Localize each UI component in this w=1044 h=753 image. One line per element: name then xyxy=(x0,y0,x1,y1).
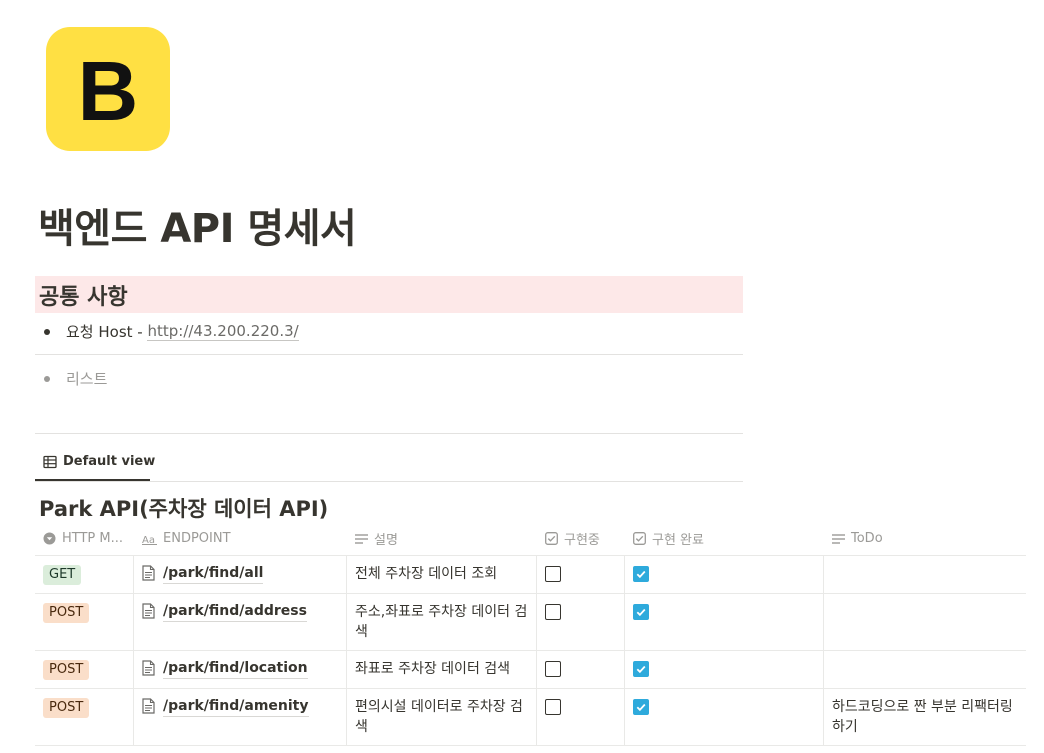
database-title[interactable]: Park API(주차장 데이터 API) xyxy=(39,493,328,523)
column-label: 구현 완료 xyxy=(652,533,704,548)
cell-done[interactable] xyxy=(625,651,824,688)
host-link[interactable]: http://43.200.220.3/ xyxy=(147,322,299,341)
tab-default-view-label: Default view xyxy=(63,454,156,469)
column-header-todo[interactable]: ToDo xyxy=(824,522,1026,555)
common-notes-heading[interactable]: 공통 사항 xyxy=(39,279,128,311)
cell-todo[interactable]: 하드코딩으로 짠 부분 리팩터링하기 xyxy=(824,689,1026,745)
text-lines-icon xyxy=(832,533,845,545)
in-progress-checkbox[interactable] xyxy=(545,604,561,620)
title-aa-icon: Aa xyxy=(142,533,157,545)
page-title[interactable]: 백엔드 API 명세서 xyxy=(38,196,357,254)
table-row[interactable]: POST /park/find/amenity 편의시설 데이터로 주차장 검색… xyxy=(35,689,1026,746)
host-label: 요청 Host - xyxy=(66,323,148,341)
column-label: 설명 xyxy=(374,533,398,548)
column-header-endpoint[interactable]: Aa ENDPOINT xyxy=(134,522,347,555)
divider xyxy=(35,433,743,434)
cell-description[interactable]: 편의시설 데이터로 주차장 검색 xyxy=(347,689,537,745)
cell-in-progress[interactable] xyxy=(537,689,625,745)
table-row[interactable]: POST /park/find/location 좌표로 주차장 데이터 검색 xyxy=(35,651,1026,689)
method-tag: GET xyxy=(43,565,82,585)
bullet-dot xyxy=(44,328,50,335)
tab-divider xyxy=(35,481,743,482)
method-tag: POST xyxy=(43,660,90,680)
table-row[interactable]: GET /park/find/all 전체 주차장 데이터 조회 xyxy=(35,556,1026,594)
common-notes-callout: 공통 사항 xyxy=(35,276,743,313)
column-label: ToDo xyxy=(851,531,883,546)
table-icon xyxy=(43,455,57,469)
checkbox-icon xyxy=(633,532,646,545)
tab-default-view[interactable]: Default view xyxy=(35,444,155,481)
table-row[interactable]: POST /park/find/address 주소,좌표로 주차장 데이터 검… xyxy=(35,594,1026,651)
document-icon xyxy=(142,565,155,581)
cell-in-progress[interactable] xyxy=(537,556,625,593)
cell-endpoint[interactable]: /park/find/all xyxy=(134,556,347,593)
cell-done[interactable] xyxy=(625,689,824,745)
cell-done[interactable] xyxy=(625,594,824,650)
cell-description[interactable]: 좌표로 주차장 데이터 검색 xyxy=(347,651,537,688)
cell-endpoint[interactable]: /park/find/amenity xyxy=(134,689,347,745)
endpoint-link[interactable]: /park/find/amenity xyxy=(163,697,309,717)
list-label[interactable]: 리스트 xyxy=(66,368,107,389)
cell-todo[interactable] xyxy=(824,594,1026,650)
cell-in-progress[interactable] xyxy=(537,594,625,650)
endpoint-link[interactable]: /park/find/location xyxy=(163,659,308,679)
document-icon xyxy=(142,660,155,676)
endpoint-link[interactable]: /park/find/all xyxy=(163,564,264,584)
bullet-item-host: 요청 Host - http://43.200.220.3/ xyxy=(44,321,299,342)
column-header-description[interactable]: 설명 xyxy=(347,522,537,555)
column-header-done[interactable]: 구현 완료 xyxy=(625,522,824,555)
done-checkbox[interactable] xyxy=(633,661,649,677)
done-checkbox[interactable] xyxy=(633,604,649,620)
column-label: 구현중 xyxy=(564,533,600,548)
cell-http-method[interactable]: POST xyxy=(35,689,134,745)
cell-description[interactable]: 전체 주차장 데이터 조회 xyxy=(347,556,537,593)
select-icon xyxy=(43,532,56,545)
divider xyxy=(35,354,743,355)
in-progress-checkbox[interactable] xyxy=(545,566,561,582)
document-icon xyxy=(142,698,155,714)
in-progress-checkbox[interactable] xyxy=(545,661,561,677)
method-tag: POST xyxy=(43,698,90,718)
column-label: ENDPOINT xyxy=(163,531,231,546)
method-tag: POST xyxy=(43,603,90,623)
cell-http-method[interactable]: POST xyxy=(35,651,134,688)
text-lines-icon xyxy=(355,533,368,545)
in-progress-checkbox[interactable] xyxy=(545,699,561,715)
column-header-in-progress[interactable]: 구현중 xyxy=(537,522,625,555)
cell-http-method[interactable]: GET xyxy=(35,556,134,593)
done-checkbox[interactable] xyxy=(633,566,649,582)
bullet-dot xyxy=(44,375,50,382)
cell-in-progress[interactable] xyxy=(537,651,625,688)
checkbox-icon xyxy=(545,532,558,545)
cell-endpoint[interactable]: /park/find/address xyxy=(134,594,347,650)
done-checkbox[interactable] xyxy=(633,699,649,715)
table-header: HTTP M... Aa ENDPOINT 설명 구현중 구현 완료 ToDo xyxy=(35,522,1026,556)
column-header-http-method[interactable]: HTTP M... xyxy=(35,522,134,555)
cell-http-method[interactable]: POST xyxy=(35,594,134,650)
column-label: HTTP M... xyxy=(62,531,124,546)
cell-description[interactable]: 주소,좌표로 주차장 데이터 검색 xyxy=(347,594,537,650)
svg-text:Aa: Aa xyxy=(142,535,155,545)
page-icon-letter: B xyxy=(77,44,139,138)
cell-done[interactable] xyxy=(625,556,824,593)
bullet-item-list: 리스트 xyxy=(44,368,107,389)
document-icon xyxy=(142,603,155,619)
database-table: HTTP M... Aa ENDPOINT 설명 구현중 구현 완료 ToDo … xyxy=(35,522,1026,746)
cell-endpoint[interactable]: /park/find/location xyxy=(134,651,347,688)
page-icon[interactable]: B xyxy=(46,27,170,151)
cell-todo[interactable] xyxy=(824,651,1026,688)
endpoint-link[interactable]: /park/find/address xyxy=(163,602,307,622)
cell-todo[interactable] xyxy=(824,556,1026,593)
